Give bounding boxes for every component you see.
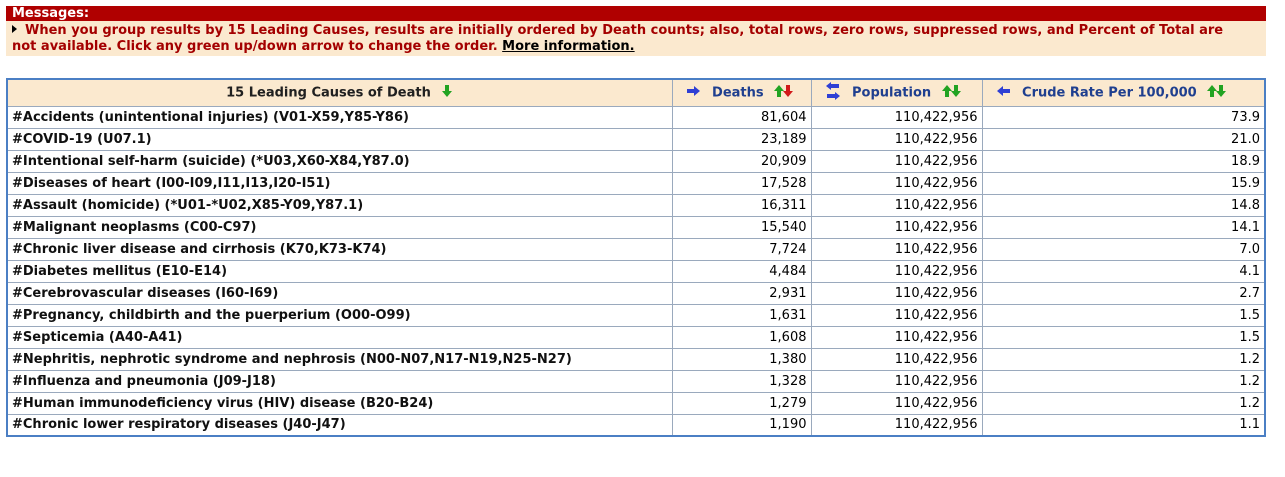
deaths-cell: 4,484 [671,259,812,283]
deaths-cell: 15,540 [671,215,812,239]
sort-down-icon[interactable] [441,84,453,102]
rate-cell: 1.5 [981,303,1266,327]
cause-cell: #Influenza and pneumonia (J09-J18) [6,369,673,393]
deaths-cell: 1,279 [671,391,812,415]
population-cell: 110,422,956 [810,149,983,173]
cause-cell: #COVID-19 (U07.1) [6,127,673,151]
swap-vertical-icon[interactable] [825,81,840,104]
deaths-cell: 1,608 [671,325,812,349]
deaths-cell: 1,631 [671,303,812,327]
table-row: #COVID-19 (U07.1) 23,189 110,422,956 21.0 [6,127,1266,151]
population-cell: 110,422,956 [810,215,983,239]
rate-cell: 21.0 [981,127,1266,151]
table-row: #Diabetes mellitus (E10-E14) 4,484 110,422… [6,259,1266,283]
table-row: #Chronic lower respiratory diseases (J40… [6,413,1266,437]
table-row: #Pregnancy, childbirth and the puerperiu… [6,303,1266,327]
population-cell: 110,422,956 [810,171,983,195]
header-leading-causes: 15 Leading Causes of Death [6,78,673,107]
population-cell: 110,422,956 [810,391,983,415]
cause-cell: #Cerebrovascular diseases (I60-I69) [6,281,673,305]
rate-cell: 1.2 [981,391,1266,415]
rate-cell: 1.1 [981,413,1266,437]
population-cell: 110,422,956 [810,369,983,393]
rate-cell: 4.1 [981,259,1266,283]
table-row: #Nephritis, nephrotic syndrome and nephr… [6,347,1266,371]
rate-cell: 73.9 [981,105,1266,129]
rate-cell: 1.2 [981,347,1266,371]
population-cell: 110,422,956 [810,237,983,261]
table-row: #Assault (homicide) (*U01-*U02,X85-Y09,Y… [6,193,1266,217]
rate-cell: 2.7 [981,281,1266,305]
table-row: #Chronic liver disease and cirrhosis (K7… [6,237,1266,261]
table-row: #Cerebrovascular diseases (I60-I69) 2,931… [6,281,1266,305]
population-cell: 110,422,956 [810,303,983,327]
population-cell: 110,422,956 [810,193,983,217]
messages-header: Messages: [6,6,1266,21]
arrow-right-icon[interactable] [686,85,700,100]
rate-cell: 7.0 [981,237,1266,261]
cause-cell: #Assault (homicide) (*U01-*U02,X85-Y09,Y… [6,193,673,217]
population-cell: 110,422,956 [810,281,983,305]
population-cell: 110,422,956 [810,325,983,349]
cause-cell: #Diseases of heart (I00-I09,I11,I13,I20-… [6,171,673,195]
cause-cell: #Diabetes mellitus (E10-E14) [6,259,673,283]
header-cause-label: 15 Leading Causes of Death [226,85,431,101]
messages-body: When you group results by 15 Leading Cau… [6,21,1266,56]
cause-cell: #Chronic lower respiratory diseases (J40… [6,413,673,437]
rate-cell: 1.2 [981,369,1266,393]
cause-cell: #Pregnancy, childbirth and the puerperiu… [6,303,673,327]
table-header-row: 15 Leading Causes of Death Deaths Popula [6,78,1266,107]
sort-up-down-icon[interactable] [774,84,794,102]
table-row: #Malignant neoplasms (C00-C97) 15,540 110,… [6,215,1266,239]
messages-box: Messages: When you group results by 15 L… [6,6,1266,56]
header-population: Population [810,78,983,107]
sort-up-down-icon[interactable] [941,84,962,102]
cause-cell: #Accidents (unintentional injuries) (V01… [6,105,673,129]
more-information-link[interactable]: More information. [502,39,634,54]
deaths-cell: 16,311 [671,193,812,217]
header-rate-label: Crude Rate Per 100,000 [1022,85,1197,101]
cause-cell: #Nephritis, nephrotic syndrome and nephr… [6,347,673,371]
deaths-cell: 23,189 [671,127,812,151]
deaths-cell: 81,604 [671,105,812,129]
sort-up-down-icon[interactable] [1207,84,1227,102]
header-deaths: Deaths [671,78,812,107]
results-table: 15 Leading Causes of Death Deaths Popula [6,78,1266,437]
table-row: #Intentional self-harm (suicide) (*U03,X… [6,149,1266,173]
deaths-cell: 1,380 [671,347,812,371]
deaths-cell: 1,328 [671,369,812,393]
header-deaths-label: Deaths [712,85,764,101]
bullet-triangle-icon [12,25,17,33]
table-row: #Septicemia (A40-A41) 1,608 110,422,956 1.5 [6,325,1266,349]
deaths-cell: 20,909 [671,149,812,173]
rate-cell: 15.9 [981,171,1266,195]
cause-cell: #Intentional self-harm (suicide) (*U03,X… [6,149,673,173]
header-population-label: Population [852,85,932,101]
cause-cell: #Human immunodeficiency virus (HIV) dise… [6,391,673,415]
cause-cell: #Chronic liver disease and cirrhosis (K7… [6,237,673,261]
rate-cell: 1.5 [981,325,1266,349]
cause-cell: #Septicemia (A40-A41) [6,325,673,349]
population-cell: 110,422,956 [810,127,983,151]
deaths-cell: 2,931 [671,281,812,305]
table-row: #Accidents (unintentional injuries) (V01… [6,105,1266,129]
table-row: #Influenza and pneumonia (J09-J18) 1,328 1… [6,369,1266,393]
rate-cell: 14.1 [981,215,1266,239]
population-cell: 110,422,956 [810,347,983,371]
cause-cell: #Malignant neoplasms (C00-C97) [6,215,673,239]
deaths-cell: 7,724 [671,237,812,261]
header-crude-rate: Crude Rate Per 100,000 [981,78,1266,107]
rate-cell: 18.9 [981,149,1266,173]
rate-cell: 14.8 [981,193,1266,217]
population-cell: 110,422,956 [810,259,983,283]
population-cell: 110,422,956 [810,413,983,437]
deaths-cell: 1,190 [671,413,812,437]
table-row: #Diseases of heart (I00-I09,I11,I13,I20-… [6,171,1266,195]
population-cell: 110,422,956 [810,105,983,129]
table-row: #Human immunodeficiency virus (HIV) dise… [6,391,1266,415]
arrow-left-icon[interactable] [996,85,1010,100]
deaths-cell: 17,528 [671,171,812,195]
